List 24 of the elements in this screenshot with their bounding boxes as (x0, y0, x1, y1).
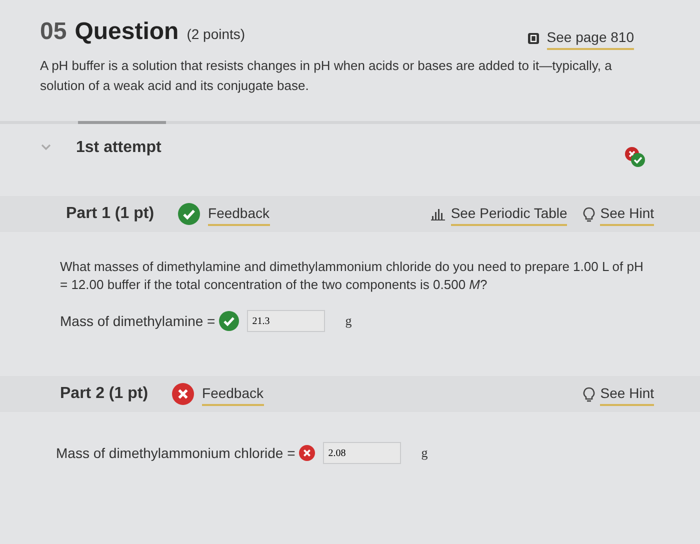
answer-field[interactable]: 21.3 (247, 310, 326, 332)
part-title: Part 2 (1 pt) (60, 384, 148, 404)
part-title: Part 1 (1 pt) (66, 204, 154, 224)
hint-link[interactable]: See Hint (600, 202, 654, 226)
periodic-table-link[interactable]: See Periodic Table (450, 202, 568, 226)
answer-label: Mass of dimethylammonium chloride = (56, 444, 296, 463)
answer-label: Mass of dimethylamine = (60, 312, 216, 331)
feedback-link[interactable]: Feedback (208, 202, 270, 226)
attempt-label[interactable]: 1st attempt (76, 136, 162, 160)
question-title: Question (74, 17, 179, 47)
lightbulb-icon (583, 206, 596, 222)
unit-label: g (345, 312, 352, 330)
page-reference-link[interactable]: See page 810 (546, 27, 634, 50)
points-label: (2 points) (186, 25, 246, 44)
question-number: 05 (40, 17, 67, 47)
answer-field[interactable]: 2.08 (323, 442, 402, 464)
attempt-status-icon (624, 146, 646, 168)
feedback-link[interactable]: Feedback (202, 382, 264, 406)
hint-link[interactable]: See Hint (600, 382, 654, 406)
bar-chart-icon (430, 207, 446, 221)
question-text: What masses of dimethylamine and dimethylammonium chloride do you need to prepare 1.00 L of pH = 12.00 buffer if the total concentration of the two components is 0.500 M? (59, 258, 644, 294)
intro-paragraph: A pH buffer is a solution that resists changes in pH when acids or bases are added to it—typically, a solution of a weak acid and its conjugate base. (40, 57, 613, 95)
unit-label: g (421, 444, 428, 462)
lightbulb-icon (583, 386, 596, 402)
